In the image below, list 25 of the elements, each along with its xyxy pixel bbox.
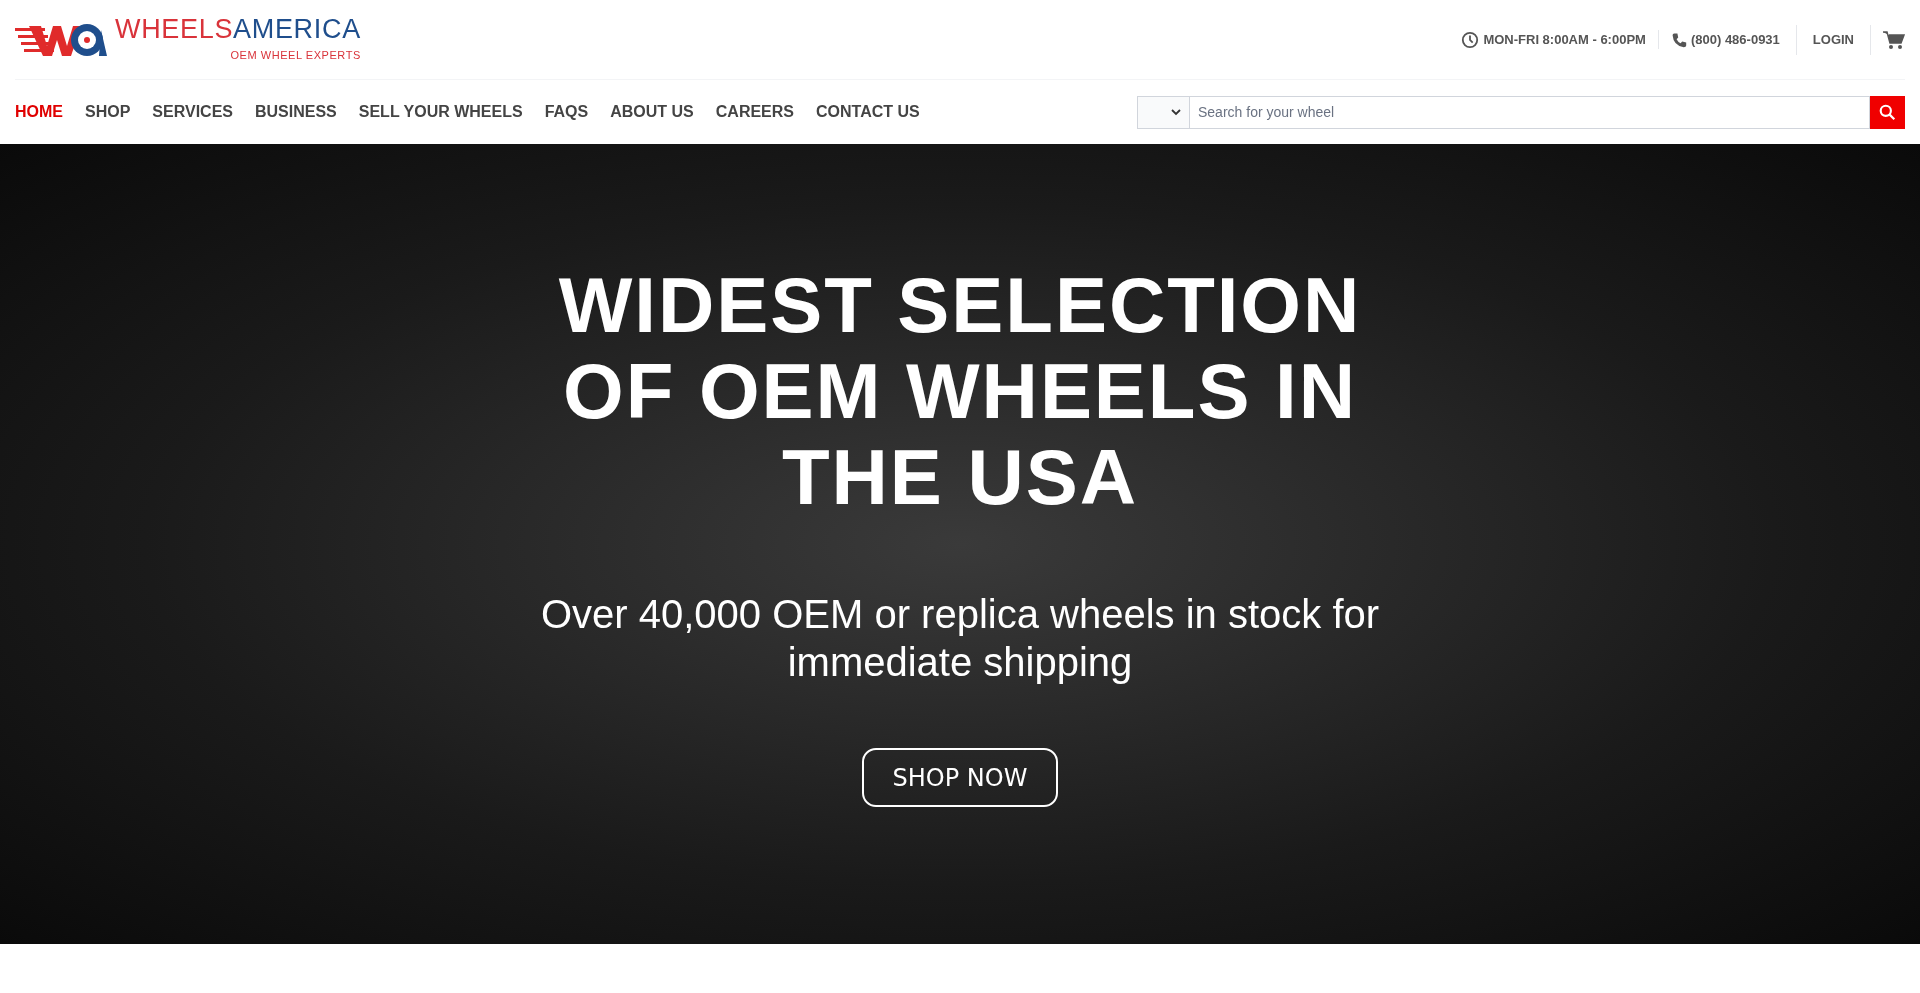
business-hours: MON-FRI 8:00AM - 6:00PM xyxy=(1483,29,1659,50)
nav-link[interactable]: CONTACT US xyxy=(816,100,920,124)
nav-link[interactable]: SELL YOUR WHEELS xyxy=(358,100,523,124)
hero-title: WIDEST SELECTION OF OEM WHEELS IN THE USA xyxy=(557,262,1363,520)
nav-link[interactable]: SERVICES xyxy=(152,100,233,124)
logo-text: WHEELS xyxy=(115,15,234,43)
clock-icon xyxy=(1461,30,1480,49)
search-field[interactable]: Search for your wheel xyxy=(1190,95,1870,129)
nav-link[interactable]: ABOUT US xyxy=(610,100,694,124)
chevron-down-icon xyxy=(1171,108,1181,116)
nav-link[interactable]: HOME xyxy=(15,100,63,124)
search-icon xyxy=(1879,103,1896,121)
hero-subtitle: Over 40,000 OEM or replica wheels in stock for immediate shipping xyxy=(539,591,1381,686)
cart-icon[interactable] xyxy=(1883,29,1905,50)
logo-text: AMERICA xyxy=(233,15,361,43)
shop-now-button[interactable]: SHOP NOW xyxy=(862,748,1058,807)
nav-link[interactable]: SHOP xyxy=(85,100,131,124)
phone-link[interactable]: (800) 486-0931 xyxy=(1690,24,1797,55)
login-link[interactable]: LOGIN xyxy=(1796,24,1871,55)
nav-link[interactable]: FAQS xyxy=(544,100,589,124)
search-button[interactable] xyxy=(1870,95,1905,129)
nav-link[interactable]: BUSINESS xyxy=(254,100,337,124)
nav-link[interactable]: CAREERS xyxy=(715,100,794,124)
phone-icon xyxy=(1670,31,1687,48)
logo-tagline: OEM WHEEL EXPERTS xyxy=(230,47,361,63)
